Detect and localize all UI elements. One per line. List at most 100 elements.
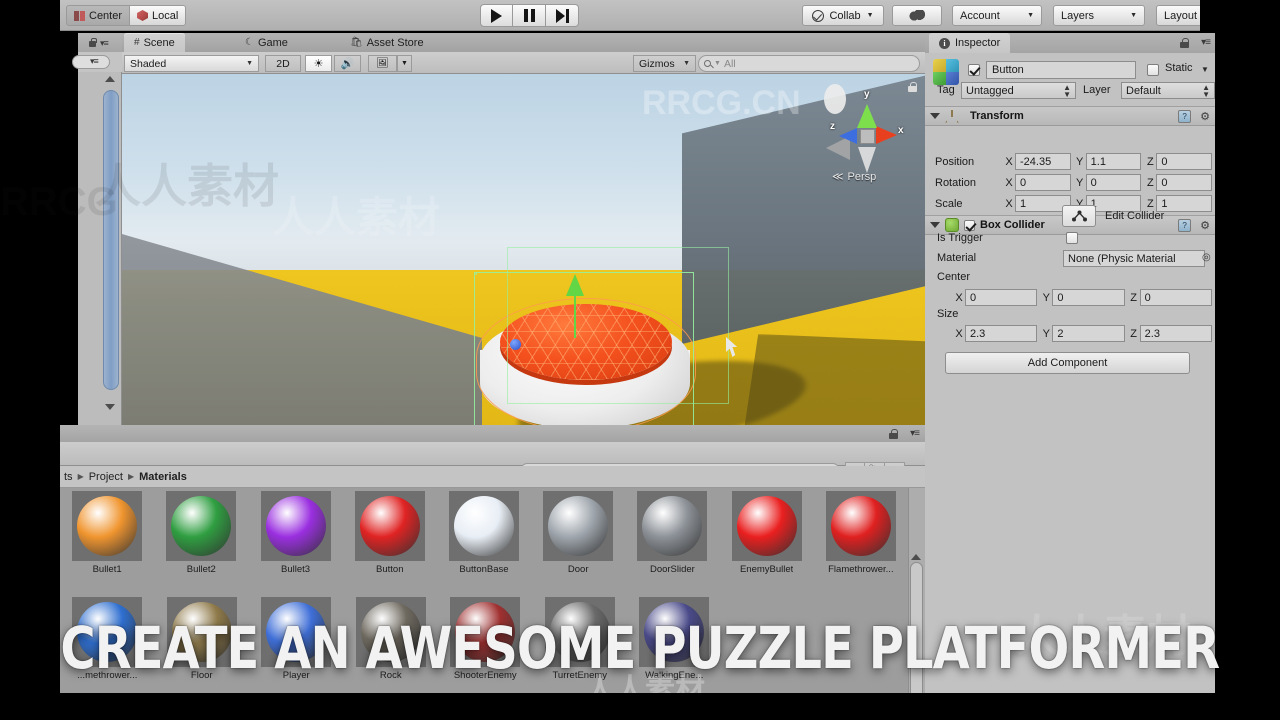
box-collider-enabled-checkbox[interactable]	[964, 219, 975, 231]
scroll-down-icon[interactable]	[105, 404, 115, 410]
asset-item[interactable]: Door	[531, 491, 625, 586]
effects-chevron-button[interactable]: ▼	[397, 55, 412, 72]
toggle-2d-button[interactable]: 2D	[265, 55, 301, 72]
center-z-field[interactable]: 0	[1139, 289, 1212, 306]
play-button[interactable]	[480, 4, 513, 27]
rotation-x-field[interactable]: 0	[1015, 174, 1071, 191]
gizmo-z-cone[interactable]	[839, 128, 857, 144]
lock-icon[interactable]	[889, 429, 898, 439]
hierarchy-scrollbar-thumb[interactable]	[103, 90, 119, 390]
effects-dropdown-button[interactable]: 🖼	[368, 55, 397, 72]
pivot-local-button[interactable]: Local	[130, 5, 187, 26]
scene-viewport[interactable]: y x z ≪Persp RRCG.CN 人人素材	[122, 74, 925, 425]
pivot-center-button[interactable]: Center	[66, 5, 131, 26]
scroll-up-icon[interactable]	[911, 554, 921, 560]
layer-dropdown[interactable]: Default ▲ ▼	[1121, 82, 1215, 99]
transform-component-header[interactable]: Transform ? ⚙	[925, 106, 1215, 126]
lighting-toggle-button[interactable]: ☀	[305, 55, 332, 72]
asset-item[interactable]: Flamethrower...	[814, 491, 908, 586]
help-icon[interactable]: ?	[1178, 218, 1192, 232]
scene-lock-icon[interactable]	[908, 82, 917, 92]
move-gizmo-y-line[interactable]	[574, 296, 576, 338]
asset-item[interactable]: Rock	[344, 597, 439, 692]
project-scrollbar[interactable]	[908, 488, 925, 720]
move-gizmo-z-handle[interactable]	[510, 339, 521, 350]
gear-icon[interactable]: ⚙	[1200, 219, 1210, 232]
position-y-field[interactable]: 1.1	[1085, 153, 1142, 170]
edit-collider-button[interactable]	[1062, 205, 1096, 227]
shading-mode-dropdown[interactable]: Shaded ▼	[124, 55, 259, 72]
lock-icon[interactable]	[88, 38, 97, 47]
asset-item[interactable]: EnemyBullet	[720, 491, 814, 586]
asset-item[interactable]: Bullet1	[60, 491, 154, 586]
scroll-up-icon[interactable]	[105, 76, 115, 82]
asset-item[interactable]: ...methrower...	[60, 597, 155, 692]
add-component-button[interactable]: Add Component	[945, 352, 1190, 374]
gizmos-dropdown[interactable]: Gizmos ▼	[633, 55, 696, 72]
breadcrumb-item-1[interactable]: Project	[89, 471, 123, 483]
rotation-z-value: 0	[1161, 176, 1168, 189]
size-y-field[interactable]: 2	[1052, 325, 1125, 342]
account-button[interactable]: Account ▼	[952, 5, 1042, 26]
foldout-icon[interactable]	[930, 113, 940, 119]
tag-dropdown[interactable]: Untagged ▲ ▼	[961, 82, 1076, 99]
projection-mode-label[interactable]: ≪ Persp	[832, 170, 876, 183]
center-y-field[interactable]: 0	[1052, 289, 1125, 306]
scale-z-field[interactable]: 1	[1156, 195, 1213, 212]
asset-item[interactable]: TurretEnemy	[533, 597, 628, 692]
projection-value: Persp	[847, 171, 877, 183]
cloud-button[interactable]	[892, 5, 942, 26]
tab-game[interactable]: ☾ Game	[235, 33, 298, 52]
audio-toggle-button[interactable]: 🔊	[334, 55, 361, 72]
foldout-icon[interactable]	[930, 222, 940, 228]
gizmo-center-cube[interactable]	[860, 129, 875, 144]
lock-icon[interactable]	[1180, 38, 1189, 48]
collab-button[interactable]: Collab ▼	[802, 5, 884, 26]
gizmo-y-cone[interactable]	[857, 104, 877, 128]
tab-asset-store[interactable]: 🛍 Asset Store	[340, 33, 434, 52]
size-z-field[interactable]: 2.3	[1139, 325, 1212, 342]
asset-item[interactable]: WalkingEne...	[627, 597, 722, 692]
static-checkbox[interactable]	[1147, 64, 1159, 76]
tab-inspector[interactable]: i Inspector	[929, 33, 1011, 53]
scene-view-gizmo[interactable]: y x z ≪ Persp	[824, 84, 910, 184]
physic-material-field[interactable]: None (Physic Material	[1063, 250, 1205, 267]
scene-search-input[interactable]: ▼ All	[698, 55, 920, 72]
tab-scene[interactable]: # Scene	[124, 33, 185, 52]
size-x-field[interactable]: 2.3	[965, 325, 1038, 342]
gameobject-enabled-checkbox[interactable]	[968, 64, 980, 76]
pause-button[interactable]	[513, 4, 546, 27]
help-icon[interactable]: ?	[1178, 109, 1192, 123]
panel-menu-icon[interactable]: ▾≡	[910, 428, 920, 439]
hierarchy-menu-icon[interactable]: ▾≡	[90, 56, 99, 67]
rotation-y-field[interactable]: 0	[1085, 174, 1142, 191]
rotation-z-field[interactable]: 0	[1156, 174, 1213, 191]
position-z-field[interactable]: 0	[1156, 153, 1213, 170]
gear-icon[interactable]: ⚙	[1200, 110, 1210, 123]
asset-item[interactable]: Button	[343, 491, 437, 586]
breadcrumb-item-2[interactable]: Materials	[139, 471, 187, 483]
asset-item[interactable]: ButtonBase	[437, 491, 531, 586]
gameobject-name-field[interactable]: Button	[986, 61, 1136, 79]
step-button[interactable]	[546, 4, 579, 27]
asset-item[interactable]: DoorSlider	[625, 491, 719, 586]
asset-item[interactable]: ShooterEnemy	[438, 597, 533, 692]
asset-item[interactable]: Bullet3	[248, 491, 342, 586]
move-gizmo-y-arrow[interactable]	[566, 274, 584, 296]
panel-menu-icon[interactable]: ▾≡	[1201, 37, 1211, 48]
breadcrumb-item-0[interactable]: ts	[64, 471, 73, 483]
tab-game-label: Game	[257, 36, 288, 49]
gizmo-x-cone[interactable]	[876, 126, 897, 144]
position-x-field[interactable]: -24.35	[1015, 153, 1071, 170]
object-picker-icon[interactable]: ◎	[1202, 252, 1211, 263]
panel-menu-icon[interactable]: ▾≡	[100, 38, 109, 49]
pivot-local-label: Local	[152, 9, 179, 22]
chevron-down-icon[interactable]: ▼	[1201, 65, 1209, 74]
layers-button[interactable]: Layers ▼	[1053, 5, 1145, 26]
gizmo-neg-z-cone[interactable]	[824, 84, 846, 114]
is-trigger-checkbox[interactable]	[1066, 232, 1078, 244]
asset-item[interactable]: Player	[249, 597, 344, 692]
asset-item[interactable]: Floor	[155, 597, 250, 692]
asset-item[interactable]: Bullet2	[154, 491, 248, 586]
center-x-field[interactable]: 0	[965, 289, 1038, 306]
